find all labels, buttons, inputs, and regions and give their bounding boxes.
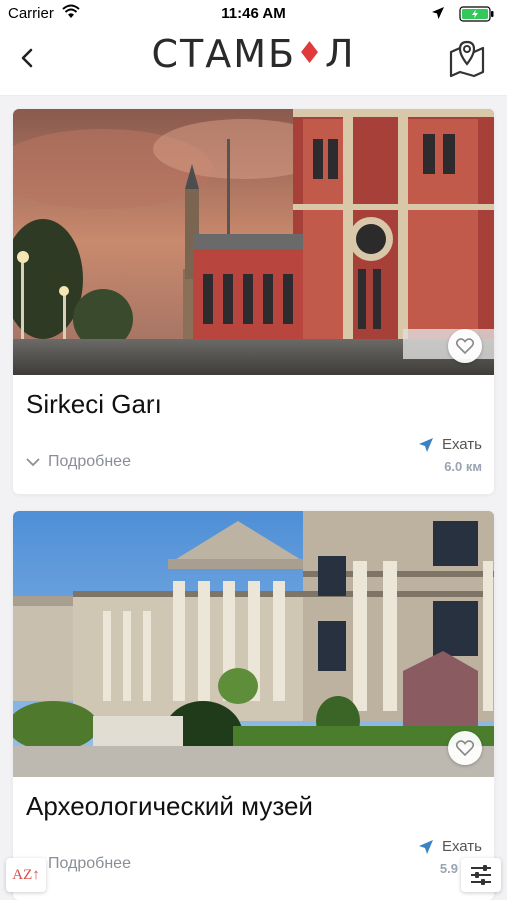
more-label: Подробнее — [48, 855, 131, 872]
distance-label: 5.9 — [439, 861, 458, 876]
place-card[interactable]: Археологический музей Подробнее Ехать 5.… — [13, 511, 494, 900]
tulip-icon: ♦ — [296, 36, 325, 71]
sort-label: AZ↑ — [12, 866, 40, 883]
favorite-button[interactable] — [448, 731, 482, 765]
favorite-button[interactable] — [448, 329, 482, 363]
more-button[interactable]: Подробнее — [26, 453, 131, 471]
map-pin-icon[interactable] — [447, 38, 487, 78]
go-button[interactable]: Ехать — [418, 436, 482, 453]
more-label: Подробнее — [48, 453, 131, 470]
location-arrow-icon — [432, 7, 444, 19]
battery-icon — [459, 6, 494, 22]
place-photo — [13, 109, 494, 375]
museum-photo — [13, 511, 494, 777]
place-photo — [13, 511, 494, 777]
sort-button[interactable]: AZ↑ — [6, 858, 46, 892]
go-label: Ехать — [441, 436, 482, 453]
place-title: Sirkeci Garı — [26, 389, 162, 419]
filter-button[interactable] — [461, 858, 501, 892]
sliders-icon — [471, 865, 491, 885]
heart-icon — [456, 740, 474, 756]
go-label: Ехать — [441, 838, 482, 855]
place-card[interactable]: Sirkeci Garı Подробнее Ехать 6.0 км — [13, 109, 494, 494]
heart-icon — [456, 338, 474, 354]
place-title: Археологический музей — [26, 791, 313, 821]
go-button[interactable]: Ехать — [418, 838, 482, 855]
nav-bar: СТАМБ♦Л — [0, 28, 507, 96]
navigation-arrow-icon — [418, 437, 433, 452]
chevron-down-icon — [26, 458, 40, 467]
logo-text: СТАМБ — [151, 32, 297, 76]
sirkeci-photo — [13, 109, 494, 375]
logo-text-end: Л — [324, 32, 356, 76]
navigation-arrow-icon — [418, 839, 433, 854]
distance-label: 6.0 км — [444, 459, 482, 474]
status-bar: Carrier 11:46 AM — [0, 0, 507, 28]
app-logo: СТАМБ♦Л — [0, 32, 507, 76]
